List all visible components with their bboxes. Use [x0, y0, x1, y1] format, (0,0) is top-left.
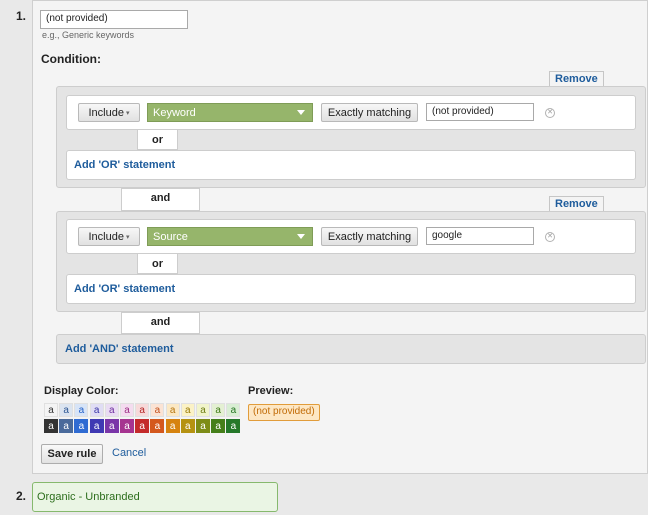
add-or-link-2[interactable]: Add 'OR' statement — [74, 283, 175, 295]
include-label: Include — [88, 106, 124, 119]
color-swatch[interactable]: a — [44, 419, 58, 433]
and-label-1: and — [150, 192, 171, 204]
color-swatch[interactable]: a — [226, 403, 241, 417]
cancel-link[interactable]: Cancel — [112, 447, 146, 459]
color-swatch[interactable]: a — [120, 403, 134, 417]
dimension-label: Source — [153, 230, 188, 243]
rule-organic-unbranded[interactable]: Organic - Unbranded — [32, 482, 278, 512]
include-dropdown-1[interactable]: Include ▾ — [78, 103, 140, 122]
remove-group-2-button[interactable]: Remove — [549, 196, 604, 211]
color-swatch[interactable]: a — [135, 419, 150, 433]
match-type-button-2[interactable]: Exactly matching — [321, 227, 418, 246]
color-swatch[interactable]: a — [150, 419, 165, 433]
include-dropdown-2[interactable]: Include ▾ — [78, 227, 140, 246]
display-color-label: Display Color: — [44, 385, 119, 397]
clear-icon[interactable]: ✕ — [545, 108, 555, 118]
remove-group-1-button[interactable]: Remove — [549, 71, 604, 86]
chevron-down-icon: ▾ — [125, 109, 130, 117]
dimension-dropdown-2[interactable]: Source — [147, 227, 313, 246]
color-swatch[interactable]: a — [196, 403, 210, 417]
value-input-1[interactable]: (not provided) — [426, 103, 534, 121]
value-input-2[interactable]: google — [426, 227, 534, 245]
color-swatch[interactable]: a — [44, 403, 58, 417]
color-swatch[interactable]: a — [104, 419, 119, 433]
preview-label: Preview: — [248, 385, 294, 397]
color-swatch[interactable]: a — [150, 403, 165, 417]
chevron-down-icon — [297, 234, 305, 239]
chevron-down-icon: ▾ — [125, 233, 130, 241]
color-swatch[interactable]: a — [180, 403, 195, 417]
include-label: Include — [88, 230, 124, 243]
color-swatch[interactable]: a — [120, 419, 134, 433]
color-swatch[interactable]: a — [196, 419, 210, 433]
color-swatch[interactable]: a — [59, 403, 74, 417]
color-swatch[interactable]: a — [180, 419, 195, 433]
color-swatch[interactable]: a — [165, 403, 180, 417]
color-swatch[interactable]: a — [74, 403, 89, 417]
condition-label: Condition: — [41, 52, 101, 66]
color-swatch[interactable]: a — [165, 419, 180, 433]
add-or-link-1[interactable]: Add 'OR' statement — [74, 159, 175, 171]
match-type-button-1[interactable]: Exactly matching — [321, 103, 418, 122]
dimension-dropdown-1[interactable]: Keyword — [147, 103, 313, 122]
clear-icon[interactable]: ✕ — [545, 232, 555, 242]
rule-number-2: 2. — [16, 489, 27, 503]
rule-name-input[interactable]: (not provided) — [40, 10, 188, 29]
color-swatch[interactable]: a — [59, 419, 74, 433]
color-swatch[interactable]: a — [104, 403, 119, 417]
and-label-2: and — [150, 316, 171, 328]
color-swatch[interactable]: a — [135, 403, 150, 417]
or-label-1: or — [152, 134, 163, 146]
rule-name-hint: e.g., Generic keywords — [42, 30, 135, 40]
color-swatch[interactable]: a — [89, 419, 104, 433]
or-label-2: or — [152, 258, 163, 270]
color-swatch[interactable]: a — [74, 419, 89, 433]
color-swatch[interactable]: a — [211, 419, 226, 433]
color-swatch[interactable]: a — [211, 403, 226, 417]
color-swatch[interactable]: a — [226, 419, 241, 433]
dimension-label: Keyword — [153, 106, 196, 119]
save-rule-button[interactable]: Save rule — [41, 444, 103, 464]
chevron-down-icon — [297, 110, 305, 115]
preview-badge: (not provided) — [248, 404, 320, 421]
add-and-link[interactable]: Add 'AND' statement — [65, 343, 174, 355]
color-swatch[interactable]: a — [89, 403, 104, 417]
rule-number: 1. — [16, 9, 27, 23]
